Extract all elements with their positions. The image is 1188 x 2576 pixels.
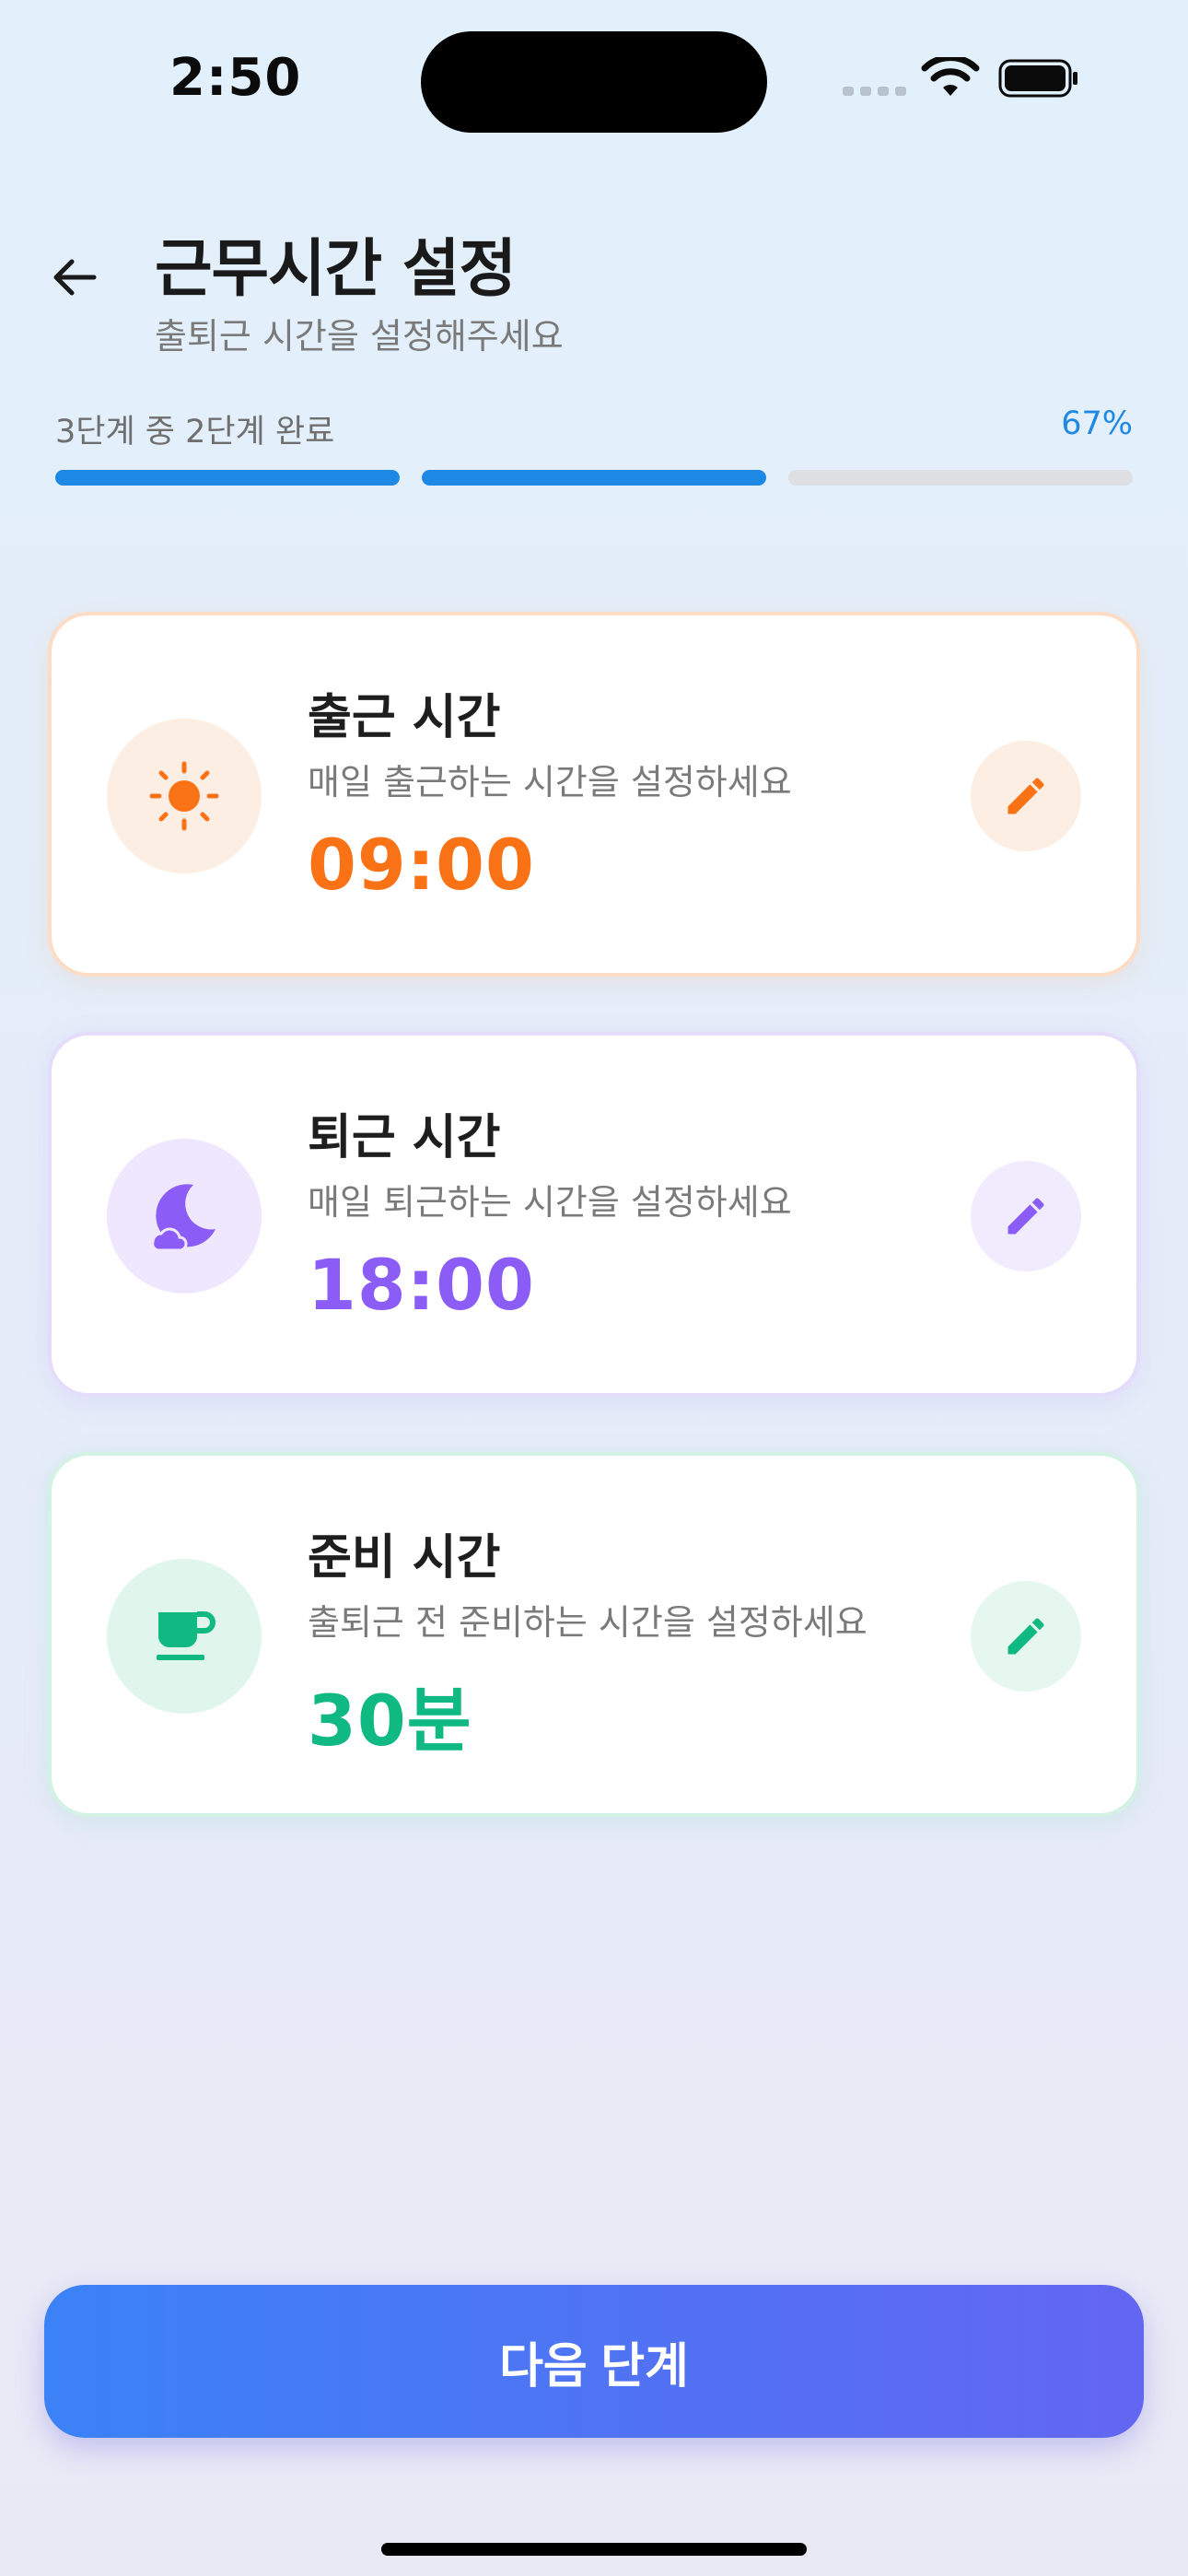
back-arrow-icon[interactable] xyxy=(48,251,101,304)
cellular-signal-icon xyxy=(843,87,906,96)
sun-icon-badge xyxy=(107,719,262,873)
page-title: 근무시간 설정 xyxy=(155,233,517,306)
card-title: 준비 시간 xyxy=(308,1530,501,1586)
work-start-card[interactable]: 출근 시간 매일 출근하는 시간을 설정하세요 09:00 xyxy=(48,612,1140,977)
progress-percent: 67% xyxy=(1061,405,1133,442)
card-description: 출퇴근 전 준비하는 시간을 설정하세요 xyxy=(308,1602,868,1643)
battery-icon xyxy=(998,59,1077,98)
work-end-card[interactable]: 퇴근 시간 매일 퇴근하는 시간을 설정하세요 18:00 xyxy=(48,1032,1140,1397)
progress-step-3 xyxy=(788,470,1133,486)
page-subtitle: 출퇴근 시간을 설정해주세요 xyxy=(155,316,564,357)
dynamic-island xyxy=(421,31,767,133)
progress-step-1 xyxy=(55,470,400,486)
next-step-button[interactable]: 다음 단계 xyxy=(44,2285,1144,2438)
moon-icon xyxy=(151,1184,215,1252)
progress-label: 3단계 중 2단계 완료 xyxy=(55,414,335,451)
progress-step-2 xyxy=(422,470,766,486)
card-title: 퇴근 시간 xyxy=(308,1110,501,1165)
sun-icon xyxy=(149,761,219,831)
progress-bar xyxy=(55,470,1133,486)
card-title: 출근 시간 xyxy=(308,690,501,745)
wifi-icon xyxy=(921,57,980,96)
pencil-icon xyxy=(1007,1198,1044,1235)
card-description: 매일 퇴근하는 시간을 설정하세요 xyxy=(308,1182,792,1223)
work-start-time: 09:00 xyxy=(308,824,535,906)
moon-icon-badge xyxy=(107,1139,262,1294)
edit-work-end-button[interactable] xyxy=(971,1161,1081,1271)
prep-time-card[interactable]: 준비 시간 출퇴근 전 준비하는 시간을 설정하세요 30분 xyxy=(48,1452,1140,1817)
coffee-icon xyxy=(157,1611,215,1660)
card-description: 매일 출근하는 시간을 설정하세요 xyxy=(308,762,792,802)
pencil-icon xyxy=(1007,1618,1044,1655)
status-time: 2:50 xyxy=(169,48,302,108)
coffee-icon-badge xyxy=(107,1559,262,1714)
home-indicator xyxy=(381,2543,807,2556)
work-end-time: 18:00 xyxy=(308,1244,535,1326)
edit-work-start-button[interactable] xyxy=(971,741,1081,851)
edit-prep-time-button[interactable] xyxy=(971,1581,1081,1692)
prep-time-value: 30분 xyxy=(308,1680,472,1762)
pencil-icon xyxy=(1007,778,1044,814)
